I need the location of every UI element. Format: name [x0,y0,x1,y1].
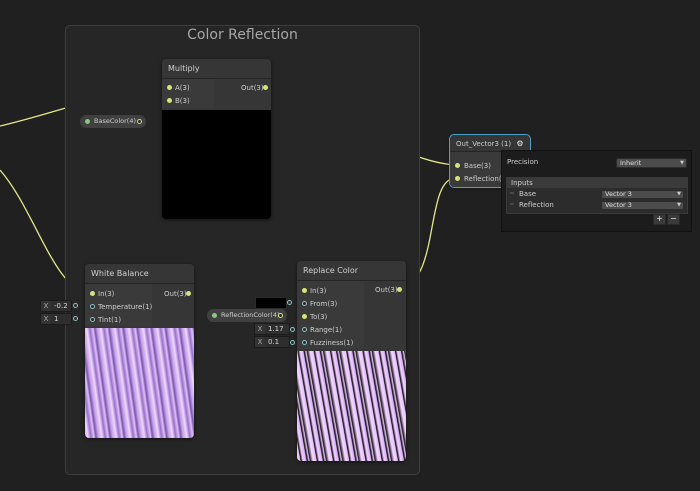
replace-color-port-out[interactable] [397,287,402,292]
replace-color-node-title[interactable]: Replace Color [297,261,406,281]
white-balance-node[interactable]: White Balance In(3) Temperature(1) Tint(… [85,264,194,438]
from-color-port [287,300,292,305]
node-settings-panel: Precision Inherit ▼ Inputs ═ Base Vector … [501,150,692,232]
group-title[interactable]: Color Reflection [66,27,419,43]
tint-field-value[interactable]: 1 [51,314,58,324]
fuzziness-field-value[interactable]: 0.1 [265,337,279,347]
white-balance-preview [85,328,194,438]
white-balance-label-tint: Tint(1) [98,316,122,324]
remove-input-button[interactable]: − [667,214,680,225]
chevron-down-icon: ▼ [677,191,681,197]
drag-handle-icon[interactable]: ═ [510,201,514,208]
multiply-label-out: Out(3) [241,84,264,92]
replace-color-port-in[interactable] [302,288,307,293]
white-balance-label-in: In(3) [98,290,115,298]
input-row-reflection-name: Reflection [519,201,554,209]
range-field-axis: X [255,324,265,334]
fuzziness-field-port [290,340,295,345]
temperature-field-axis: X [41,301,51,311]
replace-color-port-to[interactable] [302,314,307,319]
replace-color-port-from[interactable] [302,301,307,306]
replace-color-port-fuzziness[interactable] [302,340,307,345]
multiply-preview [162,110,271,219]
input-row-base-name: Base [519,190,537,198]
replace-color-port-range[interactable] [302,327,307,332]
chevron-down-icon: ▼ [677,202,681,208]
input-row-base-type-value: Vector 3 [605,190,632,198]
white-balance-port-temperature[interactable] [90,304,95,309]
replace-color-label-fuzziness: Fuzziness(1) [310,339,354,347]
inputs-box: Inputs ═ Base Vector 3 ▼ ═ Reflection Vec… [506,177,688,214]
multiply-node[interactable]: Multiply A(3) B(3) Out(3) [162,59,271,219]
tint-field-port [73,316,78,321]
replace-color-label-to: To(3) [310,313,328,321]
inputs-header: Inputs [507,178,687,188]
reflectioncolor-label: ReflectionColor(4) [221,311,280,319]
basecolor-port-out[interactable] [137,119,142,124]
white-balance-port-in[interactable] [90,291,95,296]
basecolor-label: BaseColor(4) [94,117,137,125]
white-balance-port-tint[interactable] [90,317,95,322]
multiply-port-out[interactable] [263,85,268,90]
multiply-port-b[interactable] [167,98,172,103]
replace-color-label-from: From(3) [310,300,338,308]
basecolor-property-node[interactable]: BaseColor(4) [80,115,146,128]
inputs-header-label: Inputs [511,179,533,187]
out-vector3-port-reflection[interactable] [455,176,460,181]
multiply-port-a[interactable] [167,85,172,90]
reflectioncolor-indicator-dot [212,313,217,318]
reflectioncolor-property-node[interactable]: ReflectionColor(4) [207,309,287,322]
range-field-port [290,327,295,332]
range-field-value[interactable]: 1.17 [265,324,284,334]
out-vector3-title-text: Out_Vector3 (1) [456,140,512,148]
basecolor-indicator-dot [85,119,90,124]
precision-dropdown-value: Inherit [620,159,642,167]
precision-dropdown[interactable]: Inherit ▼ [616,158,687,168]
white-balance-label-out: Out(3) [164,290,187,298]
add-input-button[interactable]: + [653,214,666,225]
temperature-field[interactable]: X -0.2 [40,300,72,312]
multiply-label-b: B(3) [175,97,190,105]
replace-color-label-range: Range(1) [310,326,343,334]
reflectioncolor-port-out[interactable] [278,313,283,318]
multiply-node-title[interactable]: Multiply [162,59,271,79]
white-balance-port-out[interactable] [186,291,191,296]
chevron-down-icon: ▼ [680,160,684,166]
input-row-reflection-type-value: Vector 3 [605,201,632,209]
input-row-base-type[interactable]: Vector 3 ▼ [601,190,684,199]
input-row-reflection-type[interactable]: Vector 3 ▼ [601,201,684,210]
replace-color-label-out: Out(3) [375,286,398,294]
replace-color-node[interactable]: Replace Color In(3) From(3) To(3) Range(… [297,261,406,461]
from-color-swatch[interactable] [255,297,287,309]
white-balance-label-temperature: Temperature(1) [98,303,153,311]
fuzziness-field[interactable]: X 0.1 [254,336,290,348]
precision-label: Precision [507,158,539,166]
fuzziness-field-axis: X [255,337,265,347]
temperature-field-value[interactable]: -0.2 [51,301,68,311]
range-field[interactable]: X 1.17 [254,323,290,335]
out-vector3-port-base[interactable] [455,163,460,168]
replace-color-preview [297,351,406,461]
replace-color-label-in: In(3) [310,287,327,295]
tint-field[interactable]: X1 [40,313,72,325]
drag-handle-icon[interactable]: ═ [510,190,514,197]
temperature-field-port [73,303,78,308]
white-balance-node-title[interactable]: White Balance [85,264,194,284]
out-vector3-label-base: Base(3) [464,162,491,170]
tint-field-axis: X [41,314,51,324]
multiply-label-a: A(3) [175,84,190,92]
